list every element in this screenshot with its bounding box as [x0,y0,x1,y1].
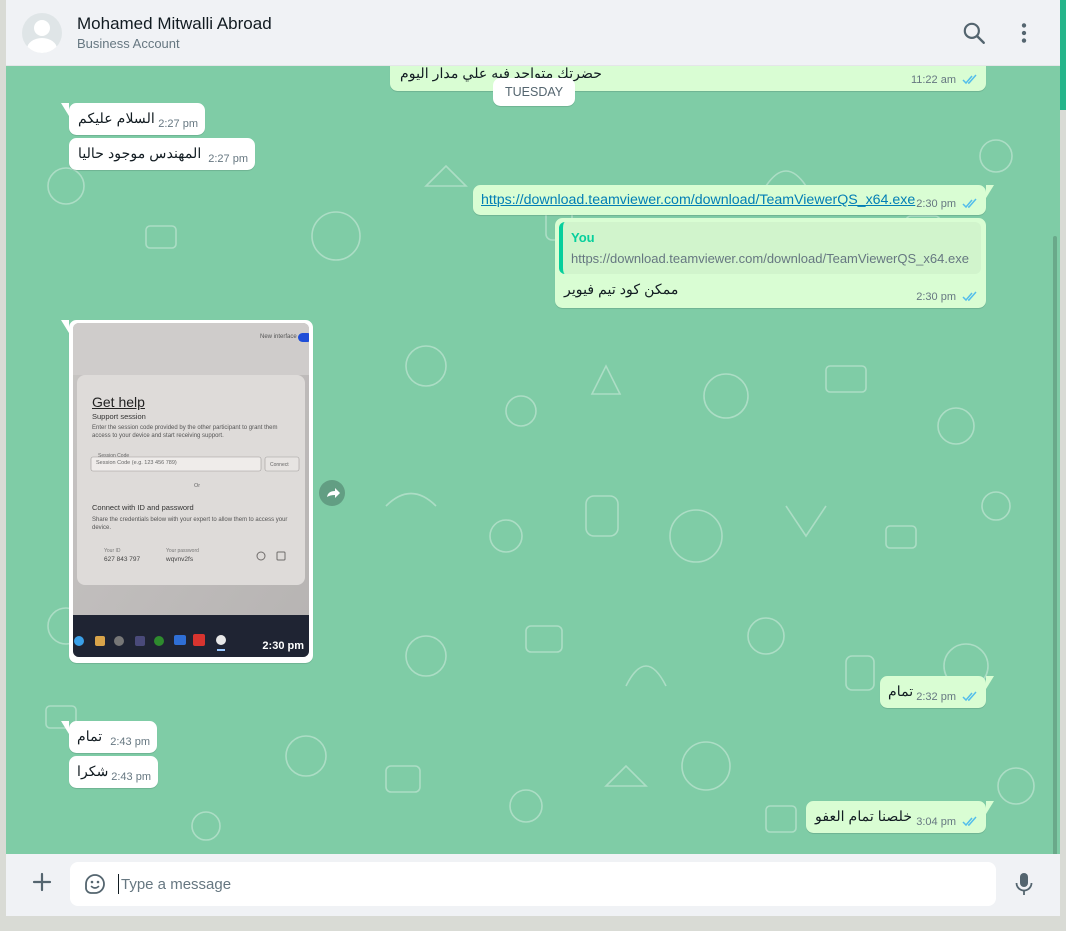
quote-text: https://download.teamviewer.com/download… [571,251,969,266]
message-incoming[interactable]: المهندس موجود حاليا 2:27 pm [69,138,255,170]
message-time: 2:43 pm [111,771,151,783]
message-time: 2:30 pm [916,198,956,210]
menu-dots-icon[interactable] [1011,20,1037,46]
photo-toggle-label: New interface [260,334,297,340]
message-outgoing[interactable]: حضرتك متواجد فيه علي مدار اليوم 11:22 am [390,66,986,91]
message-text: شكرا [77,764,109,780]
chat-panel[interactable]: حضرتك متواجد فيه علي مدار اليوم 11:22 am… [6,66,1060,854]
message-text: السلام عليكم [78,111,155,127]
message-input[interactable] [121,862,981,906]
mic-icon[interactable] [1012,871,1036,897]
quote-author: You [571,230,595,245]
bubble-tail [61,103,69,116]
read-ticks-icon [962,691,977,702]
bubble-tail [986,801,994,814]
date-separator: TUESDAY [493,78,576,106]
message-outgoing[interactable]: خلصنا تمام العفو 3:04 pm [806,801,994,833]
message-time: 2:30 pm [916,291,956,303]
read-ticks-icon [962,291,977,302]
message-time: 2:43 pm [110,736,150,748]
message-text: تمام [888,684,914,700]
read-ticks-icon [962,74,977,85]
forward-icon [327,488,340,498]
message-time: 2:27 pm [208,153,248,165]
photo-password-label: Your password [166,548,199,554]
quoted-message[interactable]: You https://download.teamviewer.com/down… [559,222,981,274]
bubble-tail [61,320,69,333]
search-icon[interactable] [961,20,987,46]
message-incoming-image[interactable]: New interface Get help Support session E… [61,320,313,663]
photo-session-placeholder: Session Code (e.g. 123 456 789) [96,460,177,466]
message-text: خلصنا تمام العفو [815,809,913,825]
photo-your-id-value: 627 843 797 [104,556,141,563]
whatsapp-window: Mohamed Mitwalli Abroad Business Account [6,0,1060,916]
message-time: 2:30 pm [262,640,304,652]
contact-subtitle: Business Account [77,36,180,51]
emoji-icon[interactable] [83,872,107,896]
message-outgoing-reply[interactable]: You https://download.teamviewer.com/down… [555,218,986,308]
chat-header: Mohamed Mitwalli Abroad Business Account [6,0,1060,66]
avatar-head-shape [34,20,50,36]
photo-attachment[interactable]: New interface Get help Support session E… [73,323,309,657]
text-caret [118,874,119,894]
plus-icon[interactable] [30,870,54,894]
message-incoming[interactable]: تمام 2:43 pm [61,721,157,753]
message-incoming[interactable]: شكرا 2:43 pm [69,756,158,788]
avatar-body-shape [27,38,57,53]
avatar[interactable] [22,13,62,53]
read-ticks-icon [962,198,977,209]
message-incoming[interactable]: السلام عليكم 2:27 pm [61,103,205,135]
photo-subtitle: Support session [92,412,146,421]
message-text: تمام [77,729,103,745]
photo-teamviewer-screen [73,323,309,657]
photo-your-id-label: Your ID [104,548,121,554]
message-outgoing[interactable]: تمام 2:32 pm [880,676,994,708]
bubble-tail [986,185,994,198]
message-composer [6,854,1060,916]
message-text: ممكن كود تيم فيوير [564,282,679,298]
message-time: 11:22 am [910,74,956,86]
photo-session-label: Session Code [98,453,130,459]
message-outgoing[interactable]: https://download.teamviewer.com/download… [473,185,994,215]
photo-connect-button: Connect [270,462,289,468]
read-ticks-icon [962,816,977,827]
bubble-tail [61,721,69,734]
message-time: 3:04 pm [916,816,956,828]
message-input-box[interactable] [70,862,996,906]
chat-scrollbar[interactable] [1053,236,1057,854]
message-time: 2:32 pm [916,691,956,703]
forward-button[interactable] [319,480,345,506]
contact-name[interactable]: Mohamed Mitwalli Abroad [77,14,272,34]
photo-password-value: wqvnv2fs [166,556,194,563]
window-edge-accent [1060,0,1066,110]
photo-id-heading: Connect with ID and password [92,503,194,512]
photo-description: Enter the session code provided by the o… [92,425,278,439]
message-time: 2:27 pm [158,118,198,130]
photo-or-label: Or [194,483,201,489]
message-link[interactable]: https://download.teamviewer.com/download… [481,192,915,208]
photo-title: Get help [92,394,145,410]
bubble-tail [986,676,994,689]
photo-id-description: Share the credentials below with your ex… [92,517,288,531]
message-text: المهندس موجود حاليا [78,146,202,162]
